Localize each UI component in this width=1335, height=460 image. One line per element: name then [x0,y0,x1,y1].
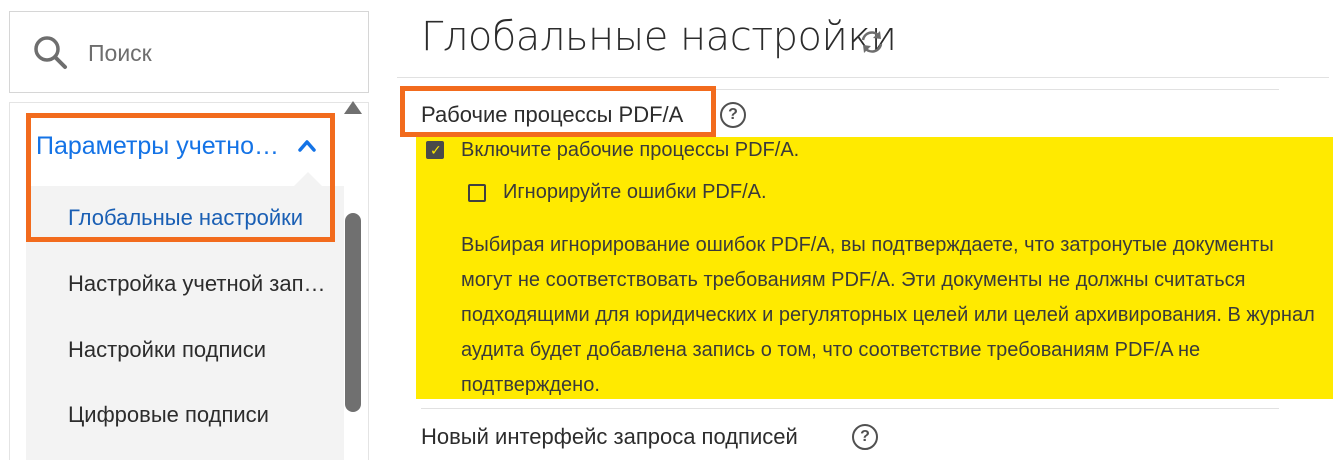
annotation-box-section-title [400,86,716,137]
search-input[interactable] [88,38,348,68]
ignore-pdfa-errors-checkbox[interactable] [468,184,486,202]
page-title: Глобальные настройки [421,14,897,60]
enable-pdfa-checkbox[interactable]: ✓ [426,141,444,159]
sidebar-item-signature-settings[interactable]: Настройки подписи [68,337,266,363]
search-icon [34,36,67,69]
search-box[interactable] [9,11,369,93]
section-title-new-signature-ui: Новый интерфейс запроса подписей [421,424,798,449]
ignore-pdfa-errors-label: Игнорируйте ошибки PDF/A. [503,181,767,203]
sidebar-item-digital-signatures[interactable]: Цифровые подписи [68,402,269,428]
help-icon[interactable]: ? [720,102,746,128]
annotation-box-sidebar [26,113,335,242]
checkmark-icon: ✓ [430,142,442,158]
enable-pdfa-label: Включите рабочие процессы PDF/A. [461,139,800,161]
section-divider-bottom [421,408,1279,409]
help-icon[interactable]: ? [852,424,878,450]
pdfa-warning-text: Выбирая игнорирование ошибок PDF/A, вы п… [461,234,1315,396]
header-divider [397,77,1329,78]
scrollbar-up-arrow[interactable] [344,101,362,114]
refresh-icon[interactable] [858,28,886,56]
sidebar-item-account-setup[interactable]: Настройка учетной зап… [68,271,325,297]
scrollbar-thumb[interactable] [345,213,361,412]
